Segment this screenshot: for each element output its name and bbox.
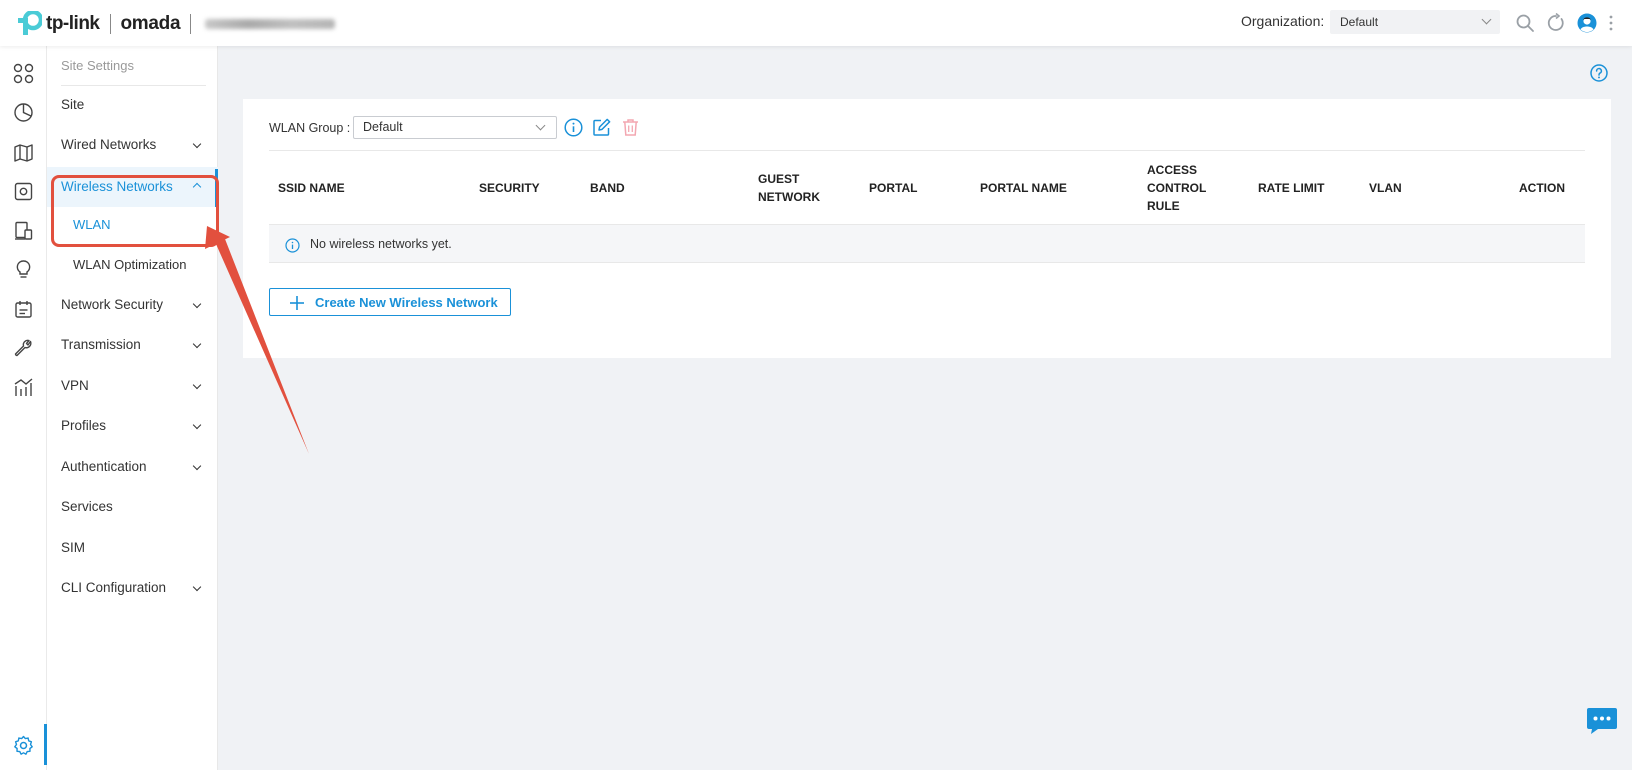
organization-value: Default (1340, 15, 1379, 29)
wlan-table: SSID NAME SECURITY BAND GUEST NETWORK PO… (269, 150, 1585, 263)
statistics-icon[interactable] (13, 102, 34, 123)
reports-icon[interactable] (13, 377, 34, 398)
column-action[interactable]: ACTION (1519, 179, 1565, 197)
tp-link-logo-icon (18, 11, 42, 35)
insights-icon[interactable] (13, 259, 34, 280)
wlan-group-select[interactable]: Default (353, 116, 557, 139)
sidebar-item-profiles[interactable]: Profiles (47, 408, 218, 444)
create-button-label: Create New Wireless Network (315, 295, 498, 310)
column-band[interactable]: BAND (590, 179, 625, 197)
column-portal[interactable]: PORTAL (869, 179, 917, 197)
sidebar-subitem-wlan[interactable]: WLAN (47, 207, 218, 243)
info-icon[interactable] (564, 118, 583, 137)
sidebar-item-authentication[interactable]: Authentication (47, 449, 218, 485)
settings-icon[interactable] (13, 735, 34, 756)
sidebar-item-label: Transmission (61, 337, 141, 352)
chat-support-icon[interactable] (1586, 707, 1618, 735)
sidebar-item-label: SIM (61, 540, 86, 555)
top-bar: tp-link omada Organization: Default (0, 0, 1632, 46)
sidebar-item-network-security[interactable]: Network Security (47, 287, 218, 323)
chevron-down-icon (192, 339, 202, 349)
sidebar-item-cli-configuration[interactable]: CLI Configuration (47, 570, 218, 606)
sidebar-item-label: Profiles (61, 418, 107, 433)
create-wireless-network-button[interactable]: Create New Wireless Network (269, 288, 511, 316)
clients-icon[interactable] (13, 220, 34, 241)
chevron-down-icon (535, 120, 546, 131)
tools-icon[interactable] (13, 338, 34, 359)
sidebar-item-transmission[interactable]: Transmission (47, 327, 218, 363)
devices-icon[interactable] (13, 181, 34, 202)
info-icon (285, 238, 300, 253)
sidebar-item-sim[interactable]: SIM (47, 530, 218, 566)
wlan-panel: WLAN Group : Default SSID NAME SECURITY … (243, 99, 1611, 358)
chevron-down-icon (192, 380, 202, 390)
search-icon[interactable] (1515, 13, 1535, 33)
sidebar-heading: Site Settings (61, 58, 134, 73)
column-rate-limit[interactable]: RATE LIMIT (1258, 179, 1324, 197)
sidebar-item-label: CLI Configuration (61, 580, 167, 595)
sidebar-item-wireless-networks[interactable]: Wireless Networks (47, 167, 218, 207)
site-settings-sidebar: Site Settings Site Wired Networks Wirele… (47, 46, 218, 770)
sidebar-item-label: Network Security (61, 297, 164, 312)
column-guest-network[interactable]: GUEST NETWORK (758, 170, 830, 206)
sidebar-item-wired-networks[interactable]: Wired Networks (47, 127, 218, 163)
help-icon[interactable] (1590, 64, 1608, 82)
column-access-control-rule[interactable]: ACCESS CONTROL RULE (1147, 161, 1219, 215)
sidebar-active-indicator (215, 169, 218, 207)
sidebar-item-label: Wireless Networks (61, 179, 173, 194)
sidebar-item-label: Site (61, 97, 85, 112)
refresh-icon[interactable] (1546, 13, 1566, 33)
organization-label: Organization: (1241, 13, 1325, 29)
sidebar-divider (61, 85, 206, 86)
table-header: SSID NAME SECURITY BAND GUEST NETWORK PO… (269, 150, 1585, 225)
empty-state-message: No wireless networks yet. (310, 237, 452, 251)
sidebar-item-services[interactable]: Services (47, 489, 218, 525)
sidebar-subitem-wlan-optimization[interactable]: WLAN Optimization (47, 247, 218, 283)
sidebar-item-label: Authentication (61, 459, 147, 474)
chevron-down-icon (192, 299, 202, 309)
chevron-down-icon (192, 582, 202, 592)
column-vlan[interactable]: VLAN (1369, 179, 1402, 197)
sidebar-item-label: Services (61, 499, 113, 514)
wlan-group-label: WLAN Group : (269, 121, 351, 135)
logs-icon[interactable] (13, 299, 34, 320)
blurred-site-name (205, 19, 336, 29)
product-text: omada (120, 13, 181, 34)
chevron-down-icon (1481, 14, 1492, 25)
sidebar-subitem-label: WLAN (73, 217, 111, 232)
sidebar-item-label: VPN (61, 378, 89, 393)
dashboard-icon[interactable] (13, 63, 34, 84)
map-icon[interactable] (13, 142, 34, 163)
brand-logo[interactable]: tp-link omada (16, 10, 336, 38)
logo-divider (109, 14, 111, 34)
edit-icon[interactable] (592, 118, 611, 137)
more-menu-icon[interactable] (1607, 13, 1615, 33)
icon-rail (0, 46, 47, 770)
logo-divider-2 (190, 14, 192, 34)
sidebar-item-site[interactable]: Site (47, 87, 218, 123)
delete-icon[interactable] (621, 118, 640, 137)
organization-select[interactable]: Default (1330, 10, 1500, 34)
chevron-down-icon (192, 461, 202, 471)
chevron-down-icon (192, 420, 202, 430)
column-portal-name[interactable]: PORTAL NAME (980, 179, 1067, 197)
chevron-up-icon (192, 182, 202, 192)
column-security[interactable]: SECURITY (479, 179, 540, 197)
sidebar-item-vpn[interactable]: VPN (47, 368, 218, 404)
wlan-group-value: Default (363, 120, 403, 134)
empty-state-row: No wireless networks yet. (269, 225, 1585, 263)
column-ssid-name[interactable]: SSID NAME (278, 179, 345, 197)
sidebar-subitem-label: WLAN Optimization (73, 257, 187, 272)
sidebar-item-label: Wired Networks (61, 137, 157, 152)
brand-text: tp-link (46, 13, 100, 34)
user-avatar-icon[interactable] (1577, 13, 1597, 33)
chevron-down-icon (192, 139, 202, 149)
plus-icon (290, 296, 304, 310)
